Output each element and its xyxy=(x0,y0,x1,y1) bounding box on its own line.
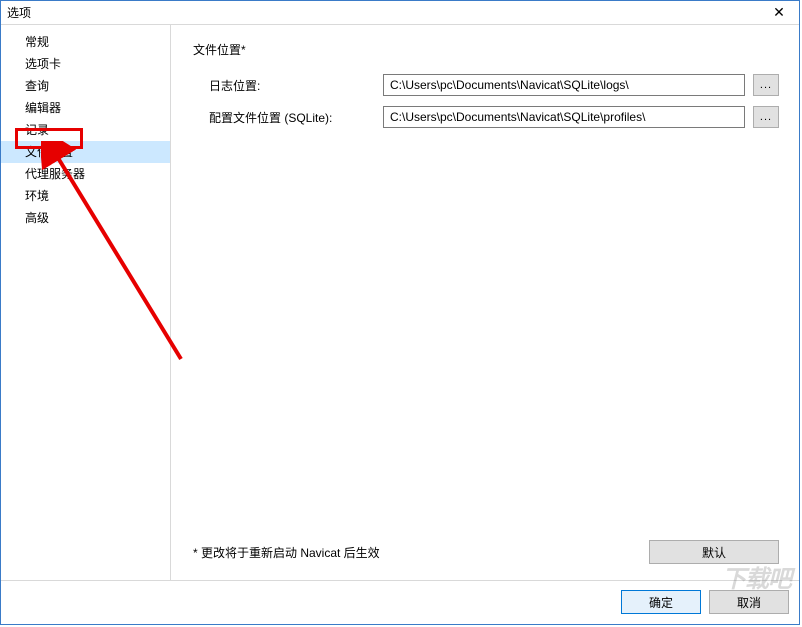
section-title: 文件位置* xyxy=(193,41,779,58)
close-icon: ✕ xyxy=(773,4,785,21)
dialog-body: 常规 选项卡 查询 编辑器 记录 文件位置 代理服务器 环境 高级 文件位置* … xyxy=(1,25,799,580)
browse-logs-button[interactable]: ... xyxy=(753,74,779,96)
browse-profiles-button[interactable]: ... xyxy=(753,106,779,128)
restart-note: * 更改将于重新启动 Navicat 后生效 xyxy=(193,544,380,561)
ok-button[interactable]: 确定 xyxy=(621,590,701,614)
bottom-bar: 确定 取消 xyxy=(1,580,799,623)
ellipsis-icon: ... xyxy=(760,79,772,91)
input-profiles-path[interactable] xyxy=(383,106,745,128)
sidebar-item-advanced[interactable]: 高级 xyxy=(1,207,170,229)
options-dialog: 选项 ✕ 常规 选项卡 查询 编辑器 记录 文件位置 代理服务器 环境 高级 文… xyxy=(0,0,800,625)
sidebar-item-editor[interactable]: 编辑器 xyxy=(1,97,170,119)
ellipsis-icon: ... xyxy=(760,111,772,123)
cancel-button[interactable]: 取消 xyxy=(709,590,789,614)
sidebar-item-environment[interactable]: 环境 xyxy=(1,185,170,207)
sidebar-item-proxy[interactable]: 代理服务器 xyxy=(1,163,170,185)
sidebar-item-query[interactable]: 查询 xyxy=(1,75,170,97)
sidebar: 常规 选项卡 查询 编辑器 记录 文件位置 代理服务器 环境 高级 xyxy=(1,25,171,580)
sidebar-item-tabs[interactable]: 选项卡 xyxy=(1,53,170,75)
label-logs: 日志位置: xyxy=(193,77,383,94)
form-row-profiles: 配置文件位置 (SQLite): ... xyxy=(193,106,779,128)
sidebar-item-general[interactable]: 常规 xyxy=(1,31,170,53)
footer-row: * 更改将于重新启动 Navicat 后生效 默认 xyxy=(193,540,779,570)
sidebar-item-records[interactable]: 记录 xyxy=(1,119,170,141)
titlebar: 选项 ✕ xyxy=(1,1,799,25)
restore-defaults-button[interactable]: 默认 xyxy=(649,540,779,564)
sidebar-item-file-location[interactable]: 文件位置 xyxy=(1,141,170,163)
label-profiles: 配置文件位置 (SQLite): xyxy=(193,109,383,126)
form-row-logs: 日志位置: ... xyxy=(193,74,779,96)
content-panel: 文件位置* 日志位置: ... 配置文件位置 (SQLite): ... * 更… xyxy=(171,25,799,580)
window-title: 选项 xyxy=(7,4,31,21)
input-logs-path[interactable] xyxy=(383,74,745,96)
close-button[interactable]: ✕ xyxy=(759,1,799,25)
